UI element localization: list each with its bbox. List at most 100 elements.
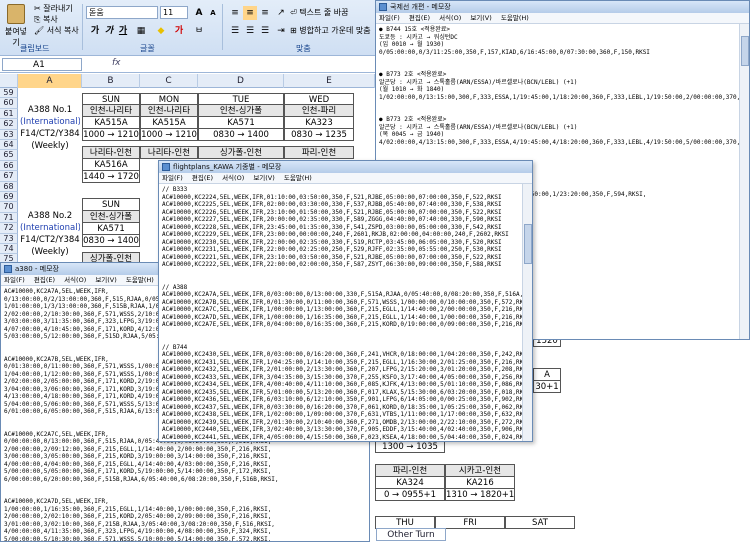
font-color-icon[interactable]: 가 (172, 24, 186, 38)
menu-file[interactable]: 파일(F) (379, 14, 400, 22)
menu-bar: 파일(F) 편집(E) 서식(O) 보기(V) 도움말(H) (376, 13, 749, 24)
wrap-text-button[interactable]: ⏎ 텍스트 줄 바꿈 (290, 6, 376, 20)
text-editor[interactable]: // B333 AC#10000,KC2224,5EL,WEEK,IFR,01:… (159, 184, 532, 441)
time-cell[interactable]: 0830 → 1400 (198, 128, 284, 141)
paste-button[interactable]: 붙여넣기 (2, 4, 30, 47)
column-header[interactable]: D (198, 74, 284, 88)
font-name-select[interactable]: 돋움 (86, 6, 158, 19)
aircraft-label: F14/CT2/Y384 (20, 235, 80, 245)
select-all-corner[interactable] (0, 74, 18, 88)
row-header[interactable]: 74 (0, 244, 18, 255)
aircraft-label: A388 No.2 (27, 211, 73, 221)
bold-button[interactable]: 가 (88, 24, 102, 38)
row-header[interactable]: 67 (0, 171, 18, 182)
route-cell[interactable]: 파리-인천 (284, 146, 354, 159)
menu-help[interactable]: 도움말(H) (501, 14, 529, 22)
merge-center-button[interactable]: ⊞ 병합하고 가운데 맞춤 (290, 24, 376, 38)
name-box[interactable]: A1 (2, 58, 82, 71)
time-cell[interactable]: 1310 → 1820+1 (445, 488, 515, 501)
menu-bar: 파일(F) 편집(E) 서식(O) 보기(V) 도움말(H) (159, 173, 532, 184)
window-titlebar[interactable]: 국제선 개편 - 메모장 (376, 1, 749, 13)
sheet-tab[interactable]: Other Turn (376, 528, 446, 541)
orientation-icon[interactable]: ↗ (274, 6, 288, 20)
row-header[interactable]: 64 (0, 140, 18, 151)
menu-file[interactable]: 파일(F) (162, 174, 183, 182)
notepad-icon (162, 163, 170, 171)
menu-help[interactable]: 도움말(H) (126, 276, 154, 284)
scroll-thumb[interactable] (524, 224, 532, 264)
window-titlebar[interactable]: flightplans_KAWA 기종별 - 메모장 (159, 161, 532, 173)
grow-font-icon[interactable]: A (192, 6, 206, 20)
row-header[interactable]: 66 (0, 160, 18, 172)
underline-button[interactable]: 가 (116, 24, 130, 38)
copy-button[interactable]: ⎘ 복사 (34, 14, 79, 25)
row-header[interactable]: 68 (0, 181, 18, 192)
ribbon-divider (222, 4, 223, 50)
time-cell[interactable]: 1000 → 1210 (140, 128, 198, 141)
time-cell[interactable]: 1000 → 1210 (82, 128, 140, 141)
column-header[interactable]: E (284, 74, 375, 88)
align-middle-icon[interactable]: ≡ (243, 6, 257, 20)
menu-edit[interactable]: 편집(E) (192, 174, 213, 182)
menu-view[interactable]: 보기(V) (253, 174, 274, 182)
align-top-icon[interactable]: ≡ (228, 6, 242, 20)
menu-help[interactable]: 도움말(H) (284, 174, 312, 182)
row-header[interactable]: 69 (0, 192, 18, 203)
column-header[interactable]: C (140, 74, 198, 88)
time-cell[interactable]: 0 → 0955+1 (375, 488, 445, 501)
time-cell[interactable]: 1440 → 1720 (82, 170, 140, 183)
menu-edit[interactable]: 편집(E) (34, 276, 55, 284)
ribbon-divider (82, 4, 83, 50)
aircraft-label: A388 No.1 (27, 105, 73, 115)
row-header[interactable]: 65 (0, 150, 18, 161)
column-header[interactable]: B (82, 74, 140, 88)
scroll-thumb[interactable] (741, 36, 749, 66)
cut-button[interactable]: ✂ 잘라내기 (34, 3, 79, 14)
menu-format[interactable]: 서식(O) (222, 174, 244, 182)
row-header[interactable]: 62 (0, 119, 18, 130)
column-header[interactable]: A (18, 74, 82, 88)
align-right-icon[interactable]: ☰ (258, 24, 272, 38)
font-size-select[interactable]: 11 (160, 6, 188, 19)
italic-button[interactable]: 가 (102, 24, 116, 38)
row-header[interactable]: 71 (0, 212, 18, 224)
borders-icon[interactable]: ▦ (134, 24, 148, 38)
row-header[interactable]: 72 (0, 223, 18, 234)
vertical-scrollbar[interactable] (522, 184, 532, 441)
excel-ribbon: 붙여넣기 ✂ 잘라내기 ⎘ 복사 🖌 서식 복사 클립보드 돋움 11 A A … (0, 0, 375, 56)
menu-file[interactable]: 파일(F) (4, 276, 25, 284)
clipboard-icon (7, 4, 25, 24)
grid-cell[interactable]: 30+1 (533, 380, 561, 393)
clipboard-group-label: 클립보드 (20, 44, 50, 53)
time-cell[interactable]: 0830 → 1235 (284, 128, 354, 141)
fx-icon[interactable]: fx (112, 58, 121, 68)
align-bottom-icon[interactable]: ≡ (258, 6, 272, 20)
notepad-icon (379, 3, 387, 11)
format-painter-button[interactable]: 🖌 서식 복사 (34, 25, 79, 36)
row-header[interactable]: 61 (0, 108, 18, 120)
fill-color-icon[interactable]: ◆ (154, 24, 168, 38)
row-header[interactable]: 73 (0, 233, 18, 244)
vertical-scrollbar[interactable] (739, 24, 749, 339)
time-cell[interactable]: 0830 → 1400 (82, 234, 140, 247)
menu-format[interactable]: 서식(O) (64, 276, 86, 284)
row-header[interactable]: 60 (0, 98, 18, 109)
row-header[interactable]: 63 (0, 129, 18, 140)
align-center-icon[interactable]: ☰ (243, 24, 257, 38)
phonetic-icon[interactable]: ㅂ (192, 24, 206, 38)
row-header[interactable]: 70 (0, 202, 18, 213)
merge-icon: ⊞ (290, 26, 300, 35)
menu-view[interactable]: 보기(V) (470, 14, 491, 22)
route-cell[interactable]: 나리타-인천 (140, 146, 198, 159)
menu-edit[interactable]: 편집(E) (409, 14, 430, 22)
shrink-font-icon[interactable]: A (206, 6, 220, 20)
menu-view[interactable]: 보기(V) (95, 276, 116, 284)
notepad-icon (4, 265, 12, 273)
aircraft-label: (International) (20, 117, 80, 127)
route-cell[interactable]: 싱가폴-인천 (198, 146, 284, 159)
menu-format[interactable]: 서식(O) (439, 14, 461, 22)
indent-icon[interactable]: ⇥ (274, 24, 288, 38)
aircraft-label: (International) (20, 223, 80, 233)
row-header[interactable]: 59 (0, 88, 18, 99)
align-left-icon[interactable]: ☰ (228, 24, 242, 38)
